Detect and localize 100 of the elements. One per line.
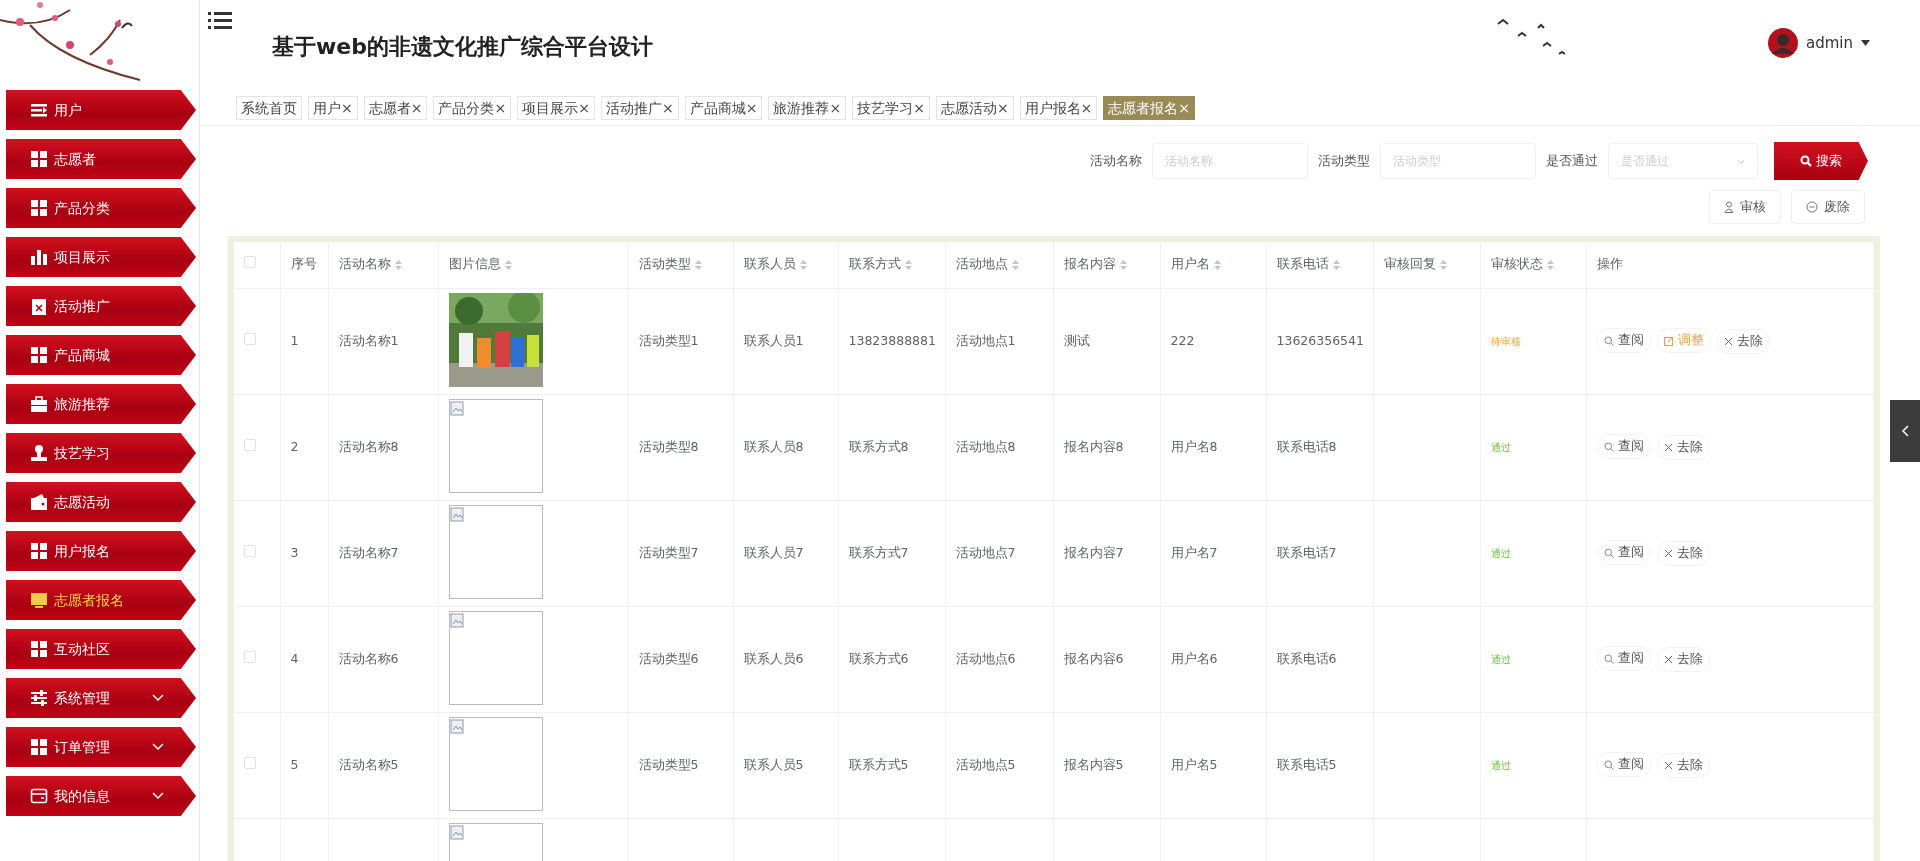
- tab[interactable]: 用户报名×: [1019, 96, 1098, 120]
- monitor-icon: [30, 591, 48, 609]
- table-cell: 用户名8: [1170, 438, 1218, 454]
- tab[interactable]: 用户×: [308, 96, 358, 120]
- broken-image-icon: [449, 613, 466, 629]
- tab[interactable]: 项目展示×: [517, 96, 595, 120]
- menu-icon[interactable]: [208, 10, 232, 30]
- sidebar-item[interactable]: 产品分类: [6, 188, 196, 228]
- table-cell: 4: [290, 650, 299, 666]
- sidebar-item[interactable]: 技艺学习: [6, 433, 196, 473]
- table-cell: 活动地点5: [955, 756, 1016, 772]
- sort-icon[interactable]: [799, 259, 807, 270]
- tab[interactable]: 产品商城×: [684, 96, 763, 120]
- view-button[interactable]: 查阅: [1596, 434, 1651, 460]
- delete-button[interactable]: 去除: [1656, 646, 1710, 672]
- sort-icon[interactable]: [1439, 259, 1447, 270]
- view-button[interactable]: 查阅: [1596, 752, 1651, 778]
- checkbox[interactable]: [244, 756, 256, 769]
- sidebar-item[interactable]: 用户: [6, 90, 196, 130]
- search-button[interactable]: 搜索: [1774, 142, 1868, 180]
- broken-image-icon: [449, 825, 466, 841]
- sort-icon[interactable]: [904, 259, 912, 270]
- edit-icon: [1663, 335, 1674, 346]
- tab[interactable]: 技艺学习×: [852, 96, 930, 120]
- tab[interactable]: 旅游推荐×: [768, 96, 847, 120]
- table-cell: 联系人员1: [743, 332, 804, 348]
- delete-button[interactable]: 去除: [1656, 434, 1710, 460]
- collapse-handle[interactable]: [1890, 400, 1920, 462]
- view-button[interactable]: 查阅: [1596, 540, 1651, 566]
- sort-icon[interactable]: [504, 259, 512, 270]
- sidebar-item[interactable]: 我的信息: [6, 776, 196, 816]
- column-header: 审核回复: [1383, 256, 1436, 272]
- search-icon: [1603, 653, 1614, 664]
- delete-button[interactable]: 去除: [1716, 328, 1770, 354]
- table-cell: 联系人员5: [743, 756, 804, 772]
- avatar-icon[interactable]: [1768, 28, 1798, 58]
- tab[interactable]: 产品分类×: [433, 96, 512, 120]
- sort-icon[interactable]: [1213, 259, 1221, 270]
- search-icon: [1800, 155, 1812, 167]
- table-cell: 联系人员6: [743, 650, 804, 666]
- checkbox[interactable]: [244, 650, 256, 663]
- chevron-left-icon[interactable]: [1901, 425, 1909, 437]
- table-cell: 活动类型5: [638, 756, 699, 772]
- sidebar-item[interactable]: 志愿活动: [6, 482, 196, 522]
- column-header: 序号: [290, 256, 317, 272]
- table-cell: 222: [1170, 332, 1195, 348]
- close-icon: [1663, 442, 1673, 452]
- audit-button[interactable]: 审核: [1709, 190, 1781, 224]
- grid-icon: [30, 640, 48, 658]
- sliders-icon: [30, 689, 48, 707]
- sort-icon[interactable]: [394, 259, 402, 270]
- delete-button[interactable]: 去除: [1656, 540, 1710, 566]
- column-header: 联系人员: [743, 256, 796, 272]
- sidebar-item[interactable]: 项目展示: [6, 237, 196, 277]
- column-header: 联系方式: [848, 256, 901, 272]
- table-cell: 3: [290, 544, 299, 560]
- view-button[interactable]: 查阅: [1596, 646, 1651, 672]
- grid-icon: [30, 346, 48, 364]
- broken-image-icon: [449, 719, 466, 735]
- cancel-button[interactable]: 废除: [1791, 190, 1865, 224]
- sort-icon[interactable]: [1546, 259, 1554, 270]
- table-cell: 用户名6: [1170, 650, 1218, 666]
- tab[interactable]: 志愿者×: [363, 96, 428, 120]
- sidebar-item[interactable]: 旅游推荐: [6, 384, 196, 424]
- table-cell: 联系方式5: [848, 756, 909, 772]
- sidebar-item[interactable]: 活动推广: [6, 286, 196, 326]
- tab[interactable]: 志愿活动×: [935, 96, 1014, 120]
- checkbox[interactable]: [244, 332, 256, 345]
- tab[interactable]: 活动推广×: [600, 96, 679, 120]
- tab[interactable]: 系统首页: [236, 96, 302, 120]
- sidebar-item[interactable]: 互动社区: [6, 629, 196, 669]
- checkbox[interactable]: [244, 256, 256, 269]
- delete-button[interactable]: 去除: [1656, 752, 1710, 778]
- sidebar-item[interactable]: 系统管理: [6, 678, 196, 718]
- table-cell: 测试: [1063, 332, 1090, 348]
- sort-icon[interactable]: [1332, 259, 1340, 270]
- user-name[interactable]: admin: [1806, 31, 1853, 55]
- table-cell: 联系人员8: [743, 438, 804, 454]
- status-text: 通过: [1490, 547, 1511, 559]
- sidebar-item[interactable]: 订单管理: [6, 727, 196, 767]
- field-label: 活动名称: [1090, 152, 1142, 171]
- sidebar-item[interactable]: 志愿者报名: [6, 580, 196, 620]
- table-cell: 活动名称6: [338, 650, 399, 666]
- table-cell: 联系方式7: [848, 544, 909, 560]
- sidebar-item[interactable]: 志愿者: [6, 139, 196, 179]
- status-text: 通过: [1490, 759, 1511, 771]
- sidebar-item[interactable]: 用户报名: [6, 531, 196, 571]
- sort-icon[interactable]: [1011, 259, 1019, 270]
- table-cell: 活动类型7: [638, 544, 699, 560]
- checkbox[interactable]: [244, 438, 256, 451]
- sort-icon[interactable]: [694, 259, 702, 270]
- chevron-down-icon: [152, 792, 164, 800]
- table-cell: 报名内容5: [1063, 756, 1124, 772]
- view-button[interactable]: 查阅: [1596, 328, 1651, 354]
- sort-icon[interactable]: [1119, 259, 1127, 270]
- checkbox[interactable]: [244, 544, 256, 557]
- caret-icon[interactable]: [1861, 40, 1870, 46]
- field-label: 是否通过: [1546, 152, 1598, 171]
- sidebar-item[interactable]: 产品商城: [6, 335, 196, 375]
- list-icon: [30, 101, 48, 119]
